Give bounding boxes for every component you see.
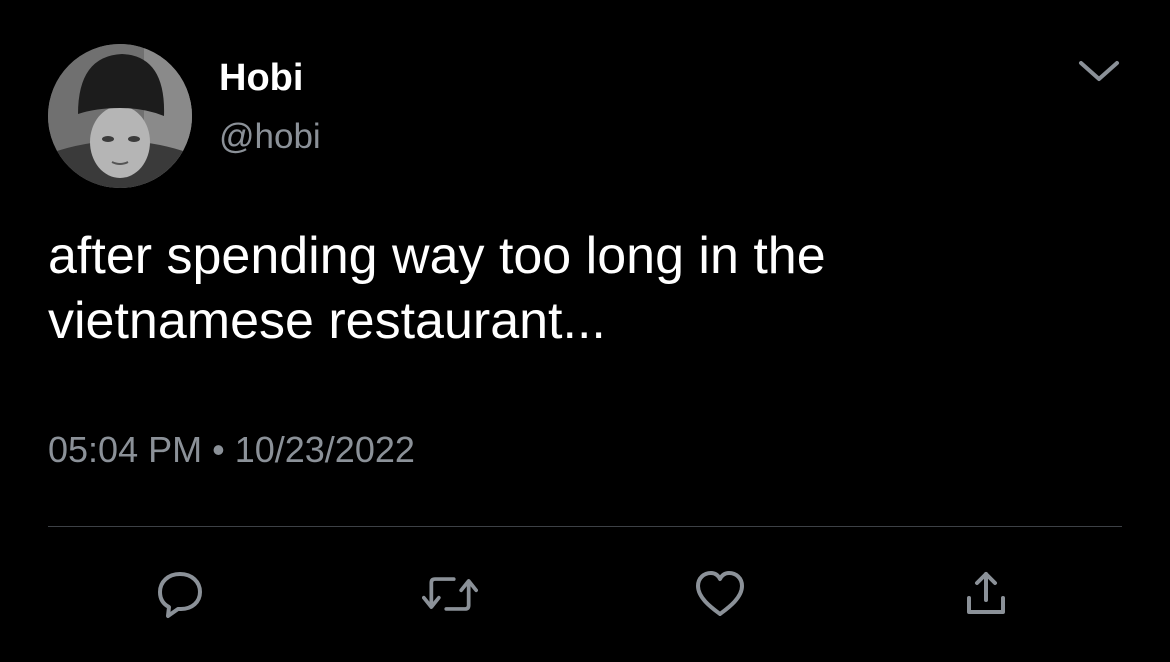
share-button[interactable]: [958, 566, 1014, 622]
chevron-down-icon: [1079, 61, 1119, 81]
tweet-date: 10/23/2022: [234, 429, 415, 470]
more-options-button[interactable]: [1064, 44, 1134, 98]
reply-icon: [158, 572, 202, 618]
tweet-text: after spending way too long in the vietn…: [48, 227, 826, 350]
tweet-card: Hobi @hobi after spending way too long i…: [0, 0, 1170, 662]
tweet-time: 05:04 PM: [48, 429, 203, 470]
retweet-icon: [422, 577, 478, 611]
meta-separator: •: [212, 429, 225, 470]
like-button[interactable]: [692, 566, 748, 622]
user-handle[interactable]: @hobi: [219, 116, 321, 158]
reply-button[interactable]: [152, 566, 208, 622]
divider: [48, 526, 1122, 527]
heart-icon: [696, 571, 744, 616]
avatar[interactable]: [48, 44, 192, 188]
display-name[interactable]: Hobi: [219, 56, 303, 100]
share-icon: [967, 572, 1005, 614]
tweet-timestamp[interactable]: 05:04 PM • 10/23/2022: [48, 428, 415, 472]
avatar-photo: [48, 44, 192, 188]
retweet-button[interactable]: [422, 566, 478, 622]
